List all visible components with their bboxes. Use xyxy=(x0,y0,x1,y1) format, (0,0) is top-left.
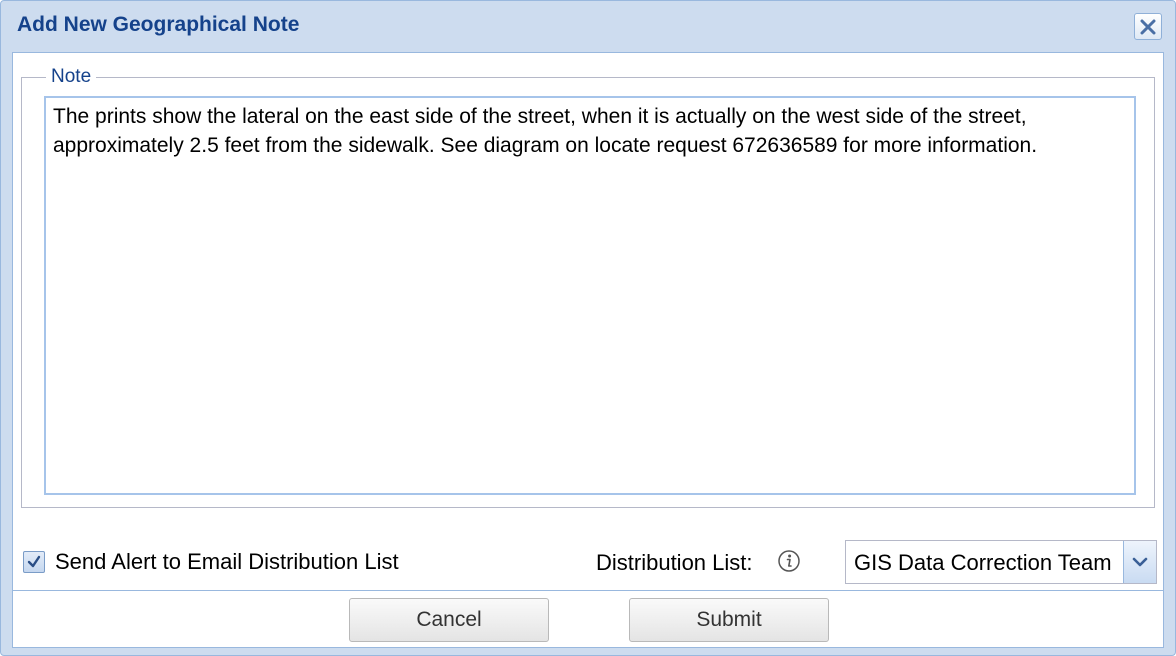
chevron-down-icon xyxy=(1132,557,1148,567)
dialog-title: Add New Geographical Note xyxy=(17,13,300,36)
send-alert-checkbox[interactable] xyxy=(23,551,45,573)
distribution-list-select[interactable]: GIS Data Correction Team xyxy=(845,540,1157,584)
close-icon xyxy=(1140,19,1156,34)
footer-divider xyxy=(13,590,1163,591)
dialog-titlebar[interactable]: Add New Geographical Note xyxy=(1,1,1175,51)
dialog-body: Note The prints show the lateral on the … xyxy=(12,52,1164,648)
distribution-list-label: Distribution List: xyxy=(596,550,753,575)
add-geographical-note-dialog: Add New Geographical Note Note The print… xyxy=(0,0,1176,656)
checkmark-icon xyxy=(27,555,41,568)
dropdown-trigger[interactable] xyxy=(1123,541,1156,583)
note-textarea[interactable]: The prints show the lateral on the east … xyxy=(44,96,1136,495)
info-icon[interactable] xyxy=(777,549,801,573)
note-legend: Note xyxy=(51,66,92,87)
close-button[interactable] xyxy=(1134,13,1162,40)
send-alert-row: Send Alert to Email Distribution List xyxy=(23,547,399,577)
cancel-button[interactable]: Cancel xyxy=(349,598,549,642)
distribution-list-value[interactable]: GIS Data Correction Team xyxy=(854,550,1122,576)
send-alert-label[interactable]: Send Alert to Email Distribution List xyxy=(55,549,399,575)
submit-button[interactable]: Submit xyxy=(629,598,829,642)
